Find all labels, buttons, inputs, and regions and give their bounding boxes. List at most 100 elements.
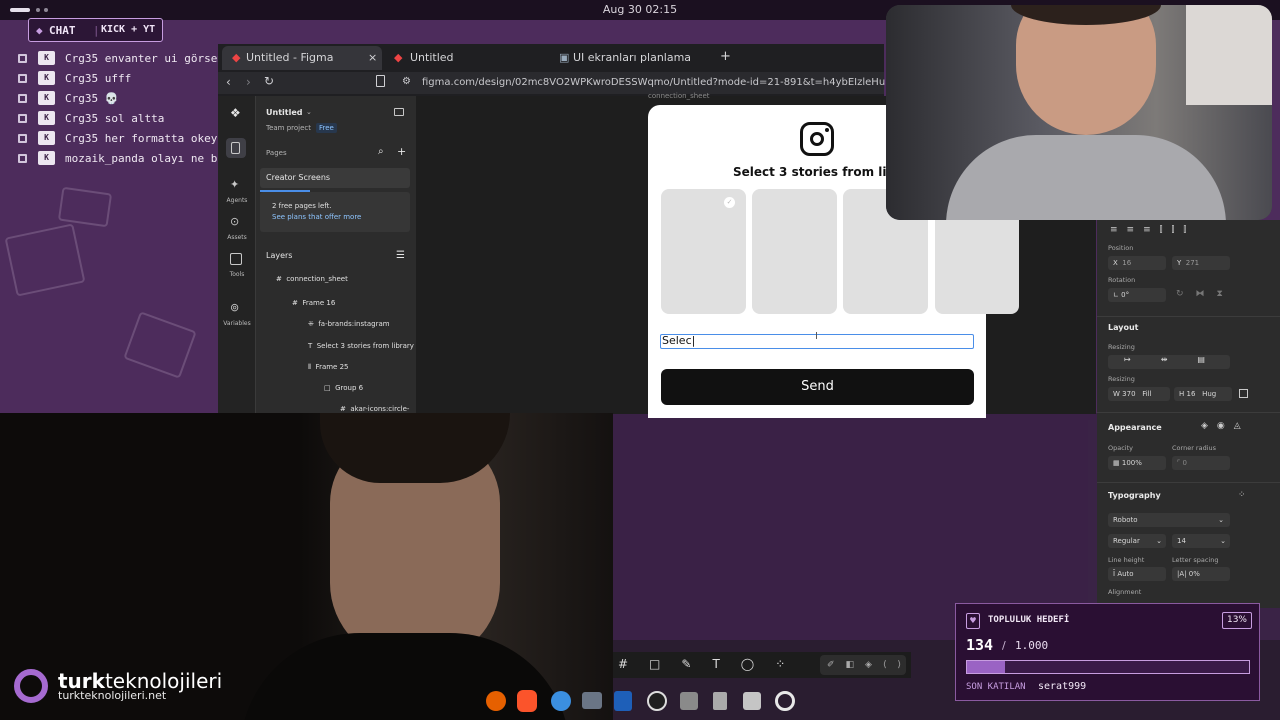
layer-item[interactable]: # akar-icons:circle- (340, 405, 409, 413)
check-circle-icon[interactable]: ✓ (724, 197, 735, 208)
font-size-select[interactable]: 14 ⌄ (1172, 534, 1230, 548)
plan-badge[interactable]: Free (316, 123, 337, 133)
resizing-label-2: Resizing (1108, 375, 1135, 383)
opacity-field[interactable]: ▦ 100% (1108, 456, 1166, 470)
appearance-icons[interactable]: ◈◉◬ (1201, 421, 1250, 431)
variables-icon[interactable]: ⊚ (230, 301, 239, 314)
layer-item[interactable]: T Select 3 stories from library (308, 342, 414, 350)
goal-progress-bar (966, 660, 1250, 674)
brave-icon[interactable] (517, 690, 537, 712)
pages-label: Pages (266, 149, 287, 157)
checkbox-icon (18, 154, 27, 163)
file-name[interactable]: Untitled (266, 108, 302, 117)
y-field[interactable]: Y 271 (1172, 256, 1230, 270)
tools-icon[interactable] (230, 253, 242, 265)
rotation-label: Rotation (1108, 276, 1136, 284)
font-style-select[interactable]: Regular ⌄ (1108, 534, 1166, 548)
url-text[interactable]: figma.com/design/02mc8VO2WPKwroDESSWqmo/… (422, 77, 932, 88)
new-tab-button[interactable]: + (720, 49, 731, 64)
chat-title: CHAT (49, 24, 76, 37)
back-icon[interactable]: ‹ (226, 75, 231, 89)
font-family-select[interactable]: Roboto ⌄ (1108, 513, 1230, 527)
tab-ui-planning[interactable]: ▣ UI ekranları planlama (555, 46, 715, 70)
reload-icon[interactable]: ↻ (264, 74, 274, 88)
frame-heading[interactable]: Select 3 stories from library (733, 165, 886, 183)
instagram-icon[interactable] (800, 122, 834, 156)
story-card[interactable] (661, 189, 746, 314)
radius-field[interactable]: ⌜ 0 (1172, 456, 1230, 470)
layer-item[interactable]: ⦀ Frame 25 (308, 363, 349, 372)
alignment-icons[interactable]: ≡≡≡⫿⫿⫿ (1110, 225, 1195, 235)
writer-icon[interactable] (614, 691, 632, 711)
resizing-toggle[interactable]: ↦⇹▤ (1108, 355, 1230, 369)
agents-icon[interactable]: ✦ (230, 178, 239, 191)
tab-figma[interactable]: ◆ Untitled - Figma × (222, 46, 382, 70)
layer-label: Group 6 (335, 384, 364, 392)
chat-message-text: Crg35 her formatta okey (65, 132, 218, 145)
last-joined-user: serat999 (1038, 681, 1087, 692)
goal-progress-fill (967, 661, 1005, 673)
figma-icon: ◆ (394, 51, 403, 64)
layer-item[interactable]: # Frame 16 (292, 299, 335, 307)
see-plans-link[interactable]: See plans that offer more (272, 213, 361, 221)
frame-label[interactable]: connection_sheet (648, 92, 710, 100)
layer-item[interactable]: □ Group 6 (324, 384, 363, 392)
layer-label: Frame 25 (315, 363, 349, 371)
close-tab-icon[interactable]: × (368, 51, 377, 64)
figma-mode-switch[interactable]: ✐◧◈⟨⟩ (820, 655, 906, 675)
frame-icon: # (276, 275, 282, 283)
kick-badge-icon: K (38, 111, 55, 125)
files-icon[interactable] (582, 692, 602, 709)
assets-icon[interactable]: ⊙ (230, 215, 239, 228)
width-field[interactable]: W 370 Fill (1108, 387, 1170, 401)
apps-grid-icon[interactable] (775, 691, 795, 711)
corner-icon: ⌜ (1177, 459, 1181, 467)
layer-item[interactable]: ⁜ fa-brands:instagram (308, 320, 390, 328)
diamond-icon: ◆ (36, 24, 43, 37)
software-icon[interactable] (680, 692, 698, 710)
usb-icon[interactable] (713, 692, 727, 710)
height-field[interactable]: H 16 Hug (1174, 387, 1232, 401)
background-doodle (4, 223, 86, 297)
type-styles-icon[interactable]: ⁘ (1238, 490, 1246, 500)
page-icon: ▣ (559, 51, 570, 64)
text-cursor-icon: I (815, 331, 818, 342)
rail-label-agents: Agents (226, 197, 248, 204)
search-icon[interactable]: ⌕ (378, 146, 384, 157)
sidebar-toggle-icon[interactable] (394, 108, 404, 116)
autolayout-icon: ⦀ (308, 363, 312, 371)
corner-radius-label: Corner radius (1172, 444, 1217, 452)
bookmark-icon[interactable] (376, 75, 385, 87)
chat-message-text: Crg35 💀 (65, 92, 119, 105)
rotation-field[interactable]: ∟ 0° (1108, 288, 1166, 302)
x-field[interactable]: X 16 (1108, 256, 1166, 270)
figma-logo-icon[interactable]: ❖ (230, 106, 241, 120)
chat-message-text: Crg35 sol altta (65, 112, 165, 125)
figma-tools[interactable]: #□✎T◯⁘ (618, 657, 806, 671)
resizing-label: Resizing (1108, 343, 1135, 351)
flip-icons[interactable]: ↻⧓⧗ (1176, 289, 1235, 299)
letter-spacing-field[interactable]: |A| 0% (1172, 567, 1230, 581)
rail-label-tools: Tools (229, 271, 245, 278)
trash-icon[interactable] (743, 692, 761, 710)
send-button[interactable]: Send (661, 369, 974, 405)
firefox-icon[interactable] (486, 691, 506, 711)
layers-menu-icon[interactable]: ☰ (396, 250, 405, 261)
thunderbird-icon[interactable] (551, 691, 571, 711)
forward-icon[interactable]: › (246, 75, 251, 89)
line-height-icon: Ī (1113, 570, 1116, 578)
kick-badge-icon: K (38, 51, 55, 65)
layer-item[interactable]: # connection_sheet (276, 275, 348, 283)
site-settings-icon[interactable]: ⚙ (402, 76, 411, 87)
clip-content-icon[interactable] (1239, 389, 1248, 398)
layer-label: fa-brands:instagram (318, 320, 390, 328)
story-card[interactable] (752, 189, 837, 314)
kick-badge-icon: K (38, 71, 55, 85)
component-icon: # (340, 405, 346, 413)
add-page-icon[interactable]: + (397, 145, 406, 158)
line-height-field[interactable]: Ī Auto (1108, 567, 1166, 581)
appearance-label: Appearance (1108, 423, 1162, 432)
tab-untitled[interactable]: ◆ Untitled (390, 46, 550, 70)
obs-icon[interactable] (647, 691, 667, 711)
chevron-down-icon[interactable]: ⌄ (306, 108, 312, 116)
